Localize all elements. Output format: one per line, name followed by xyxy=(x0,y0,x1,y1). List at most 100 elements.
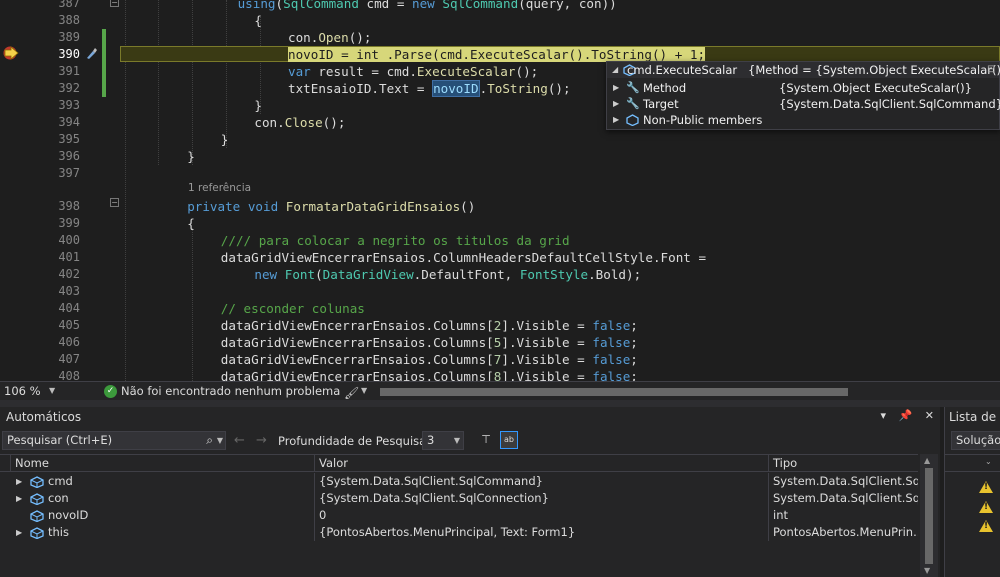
code-line[interactable]: 388 { xyxy=(0,12,1000,29)
code-line[interactable]: 401 dataGridViewEncerrarEnsaios.ColumnHea… xyxy=(0,249,1000,266)
expand-arrow-icon[interactable]: ◢ xyxy=(612,62,618,78)
datatip-row-name: Target xyxy=(643,97,679,111)
code-text[interactable]: private void FormatarDataGridEnsaios() xyxy=(187,198,475,215)
scrollbar-thumb[interactable] xyxy=(925,468,933,564)
expand-arrow-icon[interactable]: ▶ xyxy=(613,112,619,128)
code-line[interactable]: 389 con.Open(); xyxy=(0,29,1000,46)
code-text[interactable]: using(SqlCommand cmd = new SqlCommand(qu… xyxy=(238,0,617,12)
grid-row[interactable]: ▶ this {PontosAbertos.MenuPrincipal, Text:… xyxy=(0,524,918,541)
code-text[interactable]: // esconder colunas xyxy=(221,300,365,317)
datatip-popup[interactable]: ◢ cmd.ExecuteScalar {Method = {System.Ob… xyxy=(606,61,1000,130)
expand-arrow-icon[interactable]: ▶ xyxy=(613,96,619,112)
code-line[interactable]: 400 //// para colocar a negrito os titulo… xyxy=(0,232,1000,249)
datatip-row-nonpublic[interactable]: ▶ Non-Public members xyxy=(607,112,999,128)
variable-name: this xyxy=(48,525,69,539)
code-text[interactable]: new Font(DataGridView.DefaultFont, FontS… xyxy=(254,266,641,283)
pin-icon[interactable]: ⊟ xyxy=(987,62,995,78)
code-line[interactable]: 407 dataGridViewEncerrarEnsaios.Columns[7… xyxy=(0,351,1000,368)
code-line[interactable]: 397 xyxy=(0,165,1000,182)
panel-title: Automáticos xyxy=(6,410,82,424)
chevron-down-icon[interactable]: ▼ xyxy=(49,382,55,400)
code-line[interactable]: 408 dataGridViewEncerrarEnsaios.Columns[8… xyxy=(0,368,1000,381)
variable-value[interactable]: {System.Data.SqlClient.SqlConnection} xyxy=(314,490,768,507)
variable-type: int xyxy=(768,507,918,524)
column-header-type[interactable]: Tipo xyxy=(768,455,918,472)
datatip-row-target[interactable]: ▶ 🔧 Target {System.Data.SqlClient.SqlCom… xyxy=(607,96,1000,112)
line-number: 393 xyxy=(58,98,80,112)
code-text[interactable]: } xyxy=(187,148,195,165)
chevron-down-icon[interactable]: ▼ xyxy=(361,382,367,400)
code-text[interactable]: var result = cmd.ExecuteScalar(); xyxy=(288,63,538,80)
scroll-down-icon[interactable]: ▼ xyxy=(924,566,930,575)
code-text[interactable]: dataGridViewEncerrarEnsaios.Columns[5].V… xyxy=(221,334,638,351)
warning-icon[interactable] xyxy=(979,481,993,493)
code-text[interactable]: con.Open(); xyxy=(288,29,371,46)
expand-arrow-icon[interactable]: ▶ xyxy=(16,490,22,507)
code-line[interactable]: 396} xyxy=(0,148,1000,165)
pin-icon[interactable]: 📌 xyxy=(899,409,913,422)
grid-row[interactable]: ▶ cmd {System.Data.SqlClient.SqlCommand} Sy… xyxy=(0,473,918,490)
search-back-arrow-icon[interactable]: ← xyxy=(234,433,245,448)
sort-icon[interactable]: ⌄ xyxy=(985,457,992,466)
code-line[interactable]: 395} xyxy=(0,131,1000,148)
variable-value[interactable]: {System.Data.SqlClient.SqlCommand} xyxy=(314,473,768,490)
code-line[interactable]: 406 dataGridViewEncerrarEnsaios.Columns[5… xyxy=(0,334,1000,351)
code-line[interactable]: 387 using(SqlCommand cmd = new SqlCommand… xyxy=(0,0,1000,12)
line-number: 404 xyxy=(58,301,80,315)
code-line[interactable]: 402 new Font(DataGridView.DefaultFont, Fo… xyxy=(0,266,1000,283)
expand-arrow-icon[interactable]: ▶ xyxy=(16,473,22,490)
warning-icon[interactable] xyxy=(979,520,993,532)
grid-row[interactable]: ▶ con {System.Data.SqlClient.SqlConnection… xyxy=(0,490,918,507)
code-text[interactable]: } xyxy=(221,131,229,148)
variable-value[interactable]: {PontosAbertos.MenuPrincipal, Text: Form… xyxy=(314,524,768,541)
panel-splitter[interactable] xyxy=(0,400,1000,407)
variable-type: System.Data.SqlClient.Sql... xyxy=(768,490,918,507)
search-input[interactable]: Pesquisar (Ctrl+E) ⌕ ▼ xyxy=(2,431,226,450)
grid-row[interactable]: novoID 0 int xyxy=(0,507,918,524)
code-token: Close xyxy=(284,115,323,130)
variable-value[interactable]: 0 xyxy=(314,507,768,524)
expand-arrow-icon[interactable]: ▶ xyxy=(16,524,22,541)
code-editor[interactable]: − − 1 referência 387 using(SqlCommand cmd… xyxy=(0,0,1000,381)
code-line[interactable]: 398 private void FormatarDataGridEnsaios(… xyxy=(0,198,1000,215)
vertical-scrollbar[interactable]: ▲ ▼ xyxy=(920,454,938,577)
chevron-down-icon[interactable]: ▼ xyxy=(217,432,223,449)
warning-icon[interactable] xyxy=(979,501,993,513)
code-text[interactable]: //// para colocar a negrito os titulos d… xyxy=(221,232,570,249)
issues-status[interactable]: Não foi encontrado nenhum problema xyxy=(121,382,340,400)
variable-name: con xyxy=(48,491,69,505)
code-text[interactable]: dataGridViewEncerrarEnsaios.Columns[7].V… xyxy=(221,351,638,368)
datatip-header[interactable]: ◢ cmd.ExecuteScalar {Method = {System.Ob… xyxy=(607,62,1000,78)
column-header-value[interactable]: Valor xyxy=(314,455,768,472)
search-depth-select[interactable]: 3 ▼ xyxy=(422,431,464,450)
hexadecimal-toggle-icon[interactable]: ab xyxy=(500,431,518,449)
code-line[interactable]: 403 xyxy=(0,283,1000,300)
code-text[interactable]: dataGridViewEncerrarEnsaios.ColumnHeader… xyxy=(221,249,706,266)
code-line[interactable]: 399 { xyxy=(0,215,1000,232)
code-text[interactable]: dataGridViewEncerrarEnsaios.Columns[8].V… xyxy=(221,368,638,381)
scrollbar-thumb[interactable] xyxy=(380,388,848,396)
search-icon[interactable]: ⌕ xyxy=(206,432,213,449)
scope-select[interactable]: Solução xyxy=(951,431,1000,450)
code-line[interactable]: 404 // esconder colunas xyxy=(0,300,1000,317)
expand-arrow-icon[interactable]: ▶ xyxy=(613,80,619,96)
code-token: .DefaultFont, xyxy=(413,267,520,282)
close-icon[interactable]: ✕ xyxy=(925,409,934,422)
code-text[interactable]: dataGridViewEncerrarEnsaios.Columns[2].V… xyxy=(221,317,638,334)
code-text[interactable]: con.Close(); xyxy=(254,114,345,131)
scroll-up-icon[interactable]: ▲ xyxy=(924,456,930,465)
code-line[interactable]: 405 dataGridViewEncerrarEnsaios.Columns[2… xyxy=(0,317,1000,334)
pin-column-icon[interactable]: ⊤ xyxy=(478,432,494,448)
dropdown-icon[interactable]: ▾ xyxy=(881,409,887,422)
codelens-references[interactable]: 1 referência xyxy=(188,180,251,197)
code-text[interactable]: } xyxy=(254,97,262,114)
code-text[interactable]: { xyxy=(187,215,195,232)
column-header-name[interactable]: Nome xyxy=(10,455,312,472)
code-text[interactable]: { xyxy=(254,12,262,29)
search-forward-arrow-icon[interactable]: → xyxy=(256,433,267,448)
datatip-row-method[interactable]: ▶ 🔧 Method {System.Object ExecuteScalar(… xyxy=(607,80,999,96)
code-token: ; xyxy=(630,369,638,381)
zoom-level[interactable]: 106 % xyxy=(4,382,41,400)
code-text[interactable]: txtEnsaioID.Text = novoID.ToString(); xyxy=(288,80,571,97)
line-number: 395 xyxy=(58,132,80,146)
